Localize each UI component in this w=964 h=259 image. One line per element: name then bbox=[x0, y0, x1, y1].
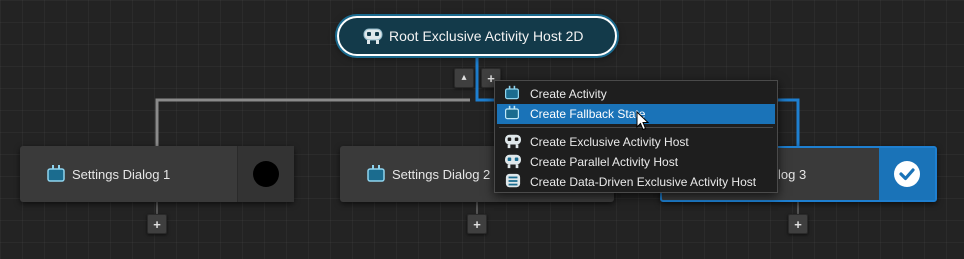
inactive-dot-icon bbox=[253, 161, 279, 187]
menu-item-label: Create Fallback State bbox=[530, 107, 646, 121]
data-driven-host-icon bbox=[504, 173, 524, 191]
activity-icon bbox=[504, 105, 524, 123]
node-label: Settings Dialog 2 bbox=[392, 166, 491, 182]
exclusive-host-icon bbox=[504, 133, 524, 151]
menu-item-label: Create Data-Driven Exclusive Activity Ho… bbox=[530, 175, 757, 189]
create-context-menu: Create Activity Create Fallback State Cr… bbox=[494, 80, 778, 193]
node-label: Settings Dialog 1 bbox=[72, 166, 171, 182]
checkmark-icon bbox=[894, 161, 920, 187]
menu-item-create-data-driven-exclusive-activity-host[interactable]: Create Data-Driven Exclusive Activity Ho… bbox=[497, 172, 775, 192]
node-label: log 3 bbox=[778, 166, 807, 182]
exclusive-host-icon bbox=[363, 27, 383, 45]
node-status-area bbox=[237, 146, 294, 202]
menu-item-label: Create Parallel Activity Host bbox=[530, 155, 679, 169]
add-child-button[interactable]: + bbox=[147, 214, 167, 234]
collapse-button[interactable]: ▴ bbox=[454, 68, 474, 88]
menu-item-create-activity[interactable]: Create Activity bbox=[497, 84, 775, 104]
add-glyph: + bbox=[153, 216, 161, 232]
collapse-glyph: ▴ bbox=[461, 72, 467, 83]
node-status-area bbox=[879, 148, 935, 200]
parallel-host-icon bbox=[504, 153, 524, 171]
node-settings-dialog-1[interactable]: Settings Dialog 1 bbox=[20, 146, 294, 202]
root-node[interactable]: Root Exclusive Activity Host 2D bbox=[337, 16, 617, 56]
add-glyph: + bbox=[794, 216, 802, 232]
add-child-button[interactable]: + bbox=[467, 214, 487, 234]
activity-icon bbox=[504, 85, 524, 103]
activity-icon bbox=[366, 165, 386, 183]
activity-icon bbox=[46, 165, 66, 183]
add-child-button[interactable]: + bbox=[788, 214, 808, 234]
menu-item-label: Create Exclusive Activity Host bbox=[530, 135, 689, 149]
menu-item-label: Create Activity bbox=[530, 87, 607, 101]
menu-item-create-parallel-activity-host[interactable]: Create Parallel Activity Host bbox=[497, 152, 775, 172]
menu-item-create-exclusive-activity-host[interactable]: Create Exclusive Activity Host bbox=[497, 132, 775, 152]
root-node-label: Root Exclusive Activity Host 2D bbox=[389, 28, 584, 44]
add-glyph: + bbox=[473, 216, 481, 232]
mouse-cursor-icon bbox=[636, 111, 650, 131]
